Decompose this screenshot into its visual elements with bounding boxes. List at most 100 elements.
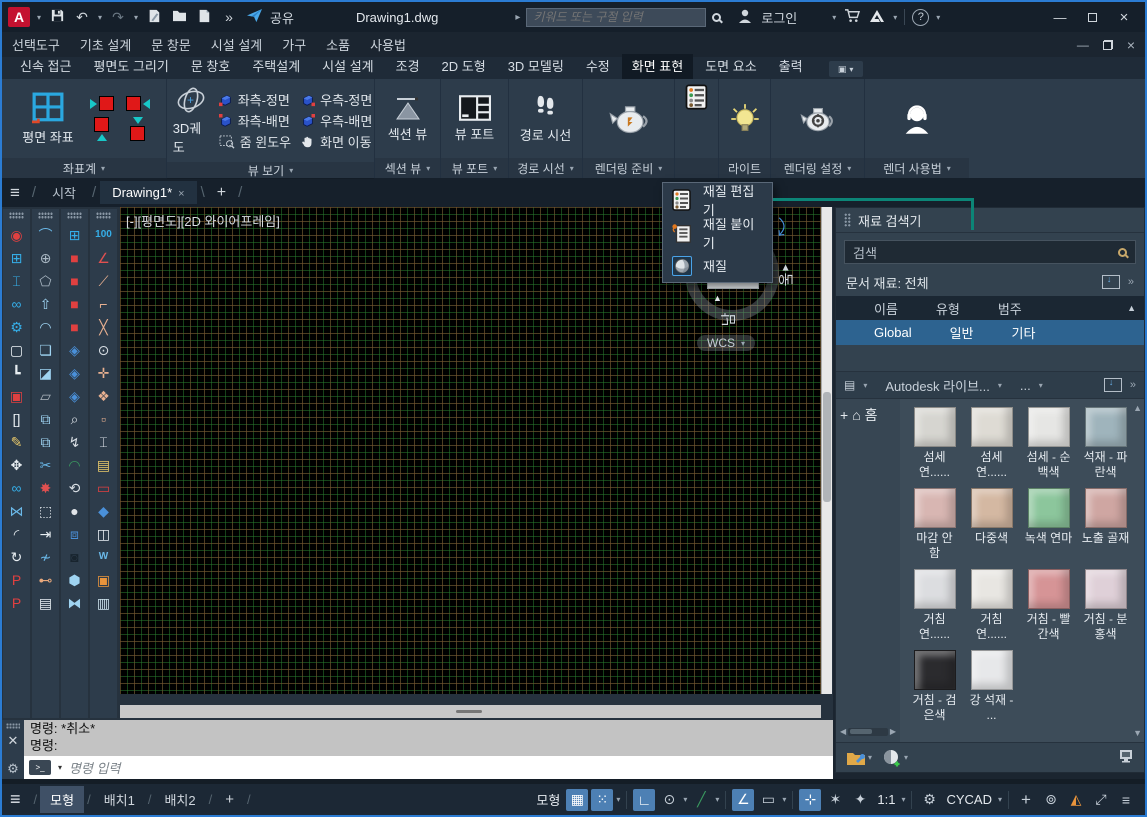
tool-array-dialog-icon[interactable]: ▤ bbox=[34, 591, 58, 614]
minimize-button[interactable]: — bbox=[1045, 5, 1075, 29]
materials-list-button[interactable] bbox=[683, 83, 711, 111]
polar-caret-icon[interactable]: ▾ bbox=[683, 795, 687, 804]
viewport-button[interactable]: 뷰 포트 bbox=[451, 93, 499, 145]
tool-cylinder-icon[interactable]: ⬢ bbox=[63, 568, 87, 591]
orbit-button[interactable]: + 3D궤도 bbox=[169, 83, 213, 158]
toolbox-grip[interactable] bbox=[67, 212, 82, 219]
redo-caret-icon[interactable]: ▾ bbox=[134, 13, 138, 22]
material-item[interactable]: 노출 골재 bbox=[1081, 488, 1130, 563]
tool-cube-icon[interactable]: ◆ bbox=[92, 499, 116, 522]
app-menu-caret-icon[interactable]: ▾ bbox=[37, 13, 41, 22]
library-list-icon[interactable]: ▤ bbox=[844, 378, 855, 392]
osnap-toggle[interactable]: ⊹ bbox=[799, 789, 821, 811]
save-icon[interactable] bbox=[48, 8, 66, 26]
ribbon-tab-display[interactable]: 화면 표현 bbox=[622, 54, 693, 79]
menu-item-material-editor[interactable]: 재질 편집기 bbox=[663, 183, 772, 216]
material-item[interactable]: 석재 - 파란색 bbox=[1081, 407, 1130, 482]
tool-fillet-icon[interactable]: ◜ bbox=[5, 522, 29, 545]
search-icon[interactable] bbox=[712, 13, 721, 22]
zoom-window-button[interactable]: 줌 윈도우 bbox=[219, 132, 291, 151]
tool-explode-icon[interactable]: ✸ bbox=[34, 476, 58, 499]
menu-basic-design[interactable]: 기초 설계 bbox=[80, 35, 131, 54]
menu-item-material-attach[interactable]: 재질 붙이기 bbox=[663, 216, 772, 249]
tool-group-icon[interactable]: ⧓ bbox=[63, 591, 87, 614]
tool-trim-icon[interactable]: ✂ bbox=[34, 453, 58, 476]
library-more-caret-icon[interactable]: ▾ bbox=[1039, 381, 1043, 390]
tool-view-bottom-icon[interactable]: ■ bbox=[63, 315, 87, 338]
dynamic-input-toggle[interactable]: ▭ bbox=[757, 789, 779, 811]
coords-panel-label[interactable]: 좌표계▾ bbox=[2, 158, 166, 178]
view-bottom-button[interactable] bbox=[90, 117, 114, 141]
ribbon-minimize-button[interactable]: ▣▾ bbox=[829, 61, 863, 77]
render-usage-button[interactable] bbox=[900, 102, 934, 136]
tool-eraser-icon[interactable]: ✎ bbox=[5, 430, 29, 453]
tool-image-icon[interactable]: ▣ bbox=[92, 568, 116, 591]
polar-tracking-toggle[interactable]: ⊙ bbox=[658, 789, 680, 811]
canvas-horizontal-scrollbar[interactable] bbox=[120, 705, 821, 718]
workspace-caret-icon[interactable]: ▾ bbox=[998, 795, 1002, 804]
plan-coords-button[interactable]: 평면 좌표 bbox=[18, 90, 77, 148]
library-expand-icon[interactable]: » bbox=[1130, 379, 1136, 391]
tool-break-icon[interactable]: ≁ bbox=[34, 545, 58, 568]
view-right-button[interactable] bbox=[126, 96, 150, 111]
tool-iso-se-icon[interactable]: ◈ bbox=[63, 361, 87, 384]
tool-union-icon[interactable]: ❏ bbox=[34, 338, 58, 361]
tool-center-circle-icon[interactable]: ⊕ bbox=[34, 246, 58, 269]
tool-wmf-export-icon[interactable]: W bbox=[92, 545, 116, 568]
iso-caret-icon[interactable]: ▾ bbox=[715, 795, 719, 804]
display-options-button[interactable] bbox=[1118, 748, 1134, 767]
viewcube-south-label[interactable]: 남 bbox=[717, 313, 738, 327]
tab-close-icon[interactable]: × bbox=[178, 188, 184, 200]
material-item[interactable]: 녹색 연마 bbox=[1024, 488, 1073, 563]
material-search-box[interactable]: 검색 bbox=[844, 240, 1136, 264]
tool-wedge-icon[interactable]: ▱ bbox=[34, 384, 58, 407]
tool-center-mark-icon[interactable]: ⊙ bbox=[92, 338, 116, 361]
document-materials-row[interactable]: 문서 재료: 전체 » bbox=[836, 268, 1144, 296]
tool-dim-angular-icon[interactable]: ∠ bbox=[92, 246, 116, 269]
tool-view-left-icon[interactable]: ■ bbox=[63, 292, 87, 315]
doc-minimize-button[interactable]: — bbox=[1077, 38, 1089, 52]
tool-view-top-icon[interactable]: ■ bbox=[63, 246, 87, 269]
keyword-search-input[interactable] bbox=[526, 8, 706, 27]
viewcube-east-label[interactable]: ◀동 bbox=[776, 265, 797, 287]
doc-close-button[interactable]: × bbox=[1127, 37, 1135, 53]
tool-zoom-window-icon[interactable]: ⌕ bbox=[63, 407, 87, 430]
model-tab[interactable]: 모형 bbox=[40, 786, 84, 813]
tool-layers-icon[interactable]: ▥ bbox=[92, 591, 116, 614]
add-layout-button[interactable]: + bbox=[215, 787, 244, 812]
tool-point-icon[interactable]: ▫ bbox=[92, 407, 116, 430]
material-item[interactable]: 섬세 - 순백색 bbox=[1024, 407, 1073, 482]
tool-polyline-icon[interactable]: ┗ bbox=[5, 361, 29, 384]
toolbox-grip[interactable] bbox=[9, 212, 24, 219]
grid-toggle[interactable]: ▦ bbox=[566, 789, 588, 811]
tool-stretch-icon[interactable]: ⊷ bbox=[34, 568, 58, 591]
scale-caret-icon[interactable]: ▾ bbox=[901, 795, 905, 804]
open-folder-icon[interactable] bbox=[170, 9, 188, 25]
tool-revolve-icon[interactable]: ◠ bbox=[34, 315, 58, 338]
tool-crossing-icon[interactable]: ╳ bbox=[92, 315, 116, 338]
material-item[interactable]: 마감 안 함 bbox=[910, 488, 959, 563]
ribbon-tab-door-window[interactable]: 문 창호 bbox=[181, 54, 241, 79]
drawing-tab[interactable]: Drawing1*× bbox=[100, 181, 196, 204]
ortho-toggle[interactable]: ∟ bbox=[633, 789, 655, 811]
menu-props[interactable]: 소품 bbox=[326, 35, 350, 54]
snap-caret-icon[interactable]: ▾ bbox=[616, 795, 620, 804]
ribbon-tab-quick-access[interactable]: 신속 접근 bbox=[10, 54, 81, 79]
tool-polar-array-icon[interactable]: ❖ bbox=[92, 384, 116, 407]
new-tab-button[interactable]: + bbox=[209, 184, 234, 202]
manage-library-button[interactable]: ▾ bbox=[846, 750, 872, 766]
tool-copy-solid-icon[interactable]: ⧉ bbox=[34, 407, 58, 430]
create-material-button[interactable]: ▾ bbox=[882, 749, 908, 767]
sheet-icon[interactable] bbox=[195, 9, 213, 26]
walk-path-button[interactable]: 경로 시선 bbox=[516, 92, 575, 146]
file-tab-menu-icon[interactable]: ≡ bbox=[10, 183, 20, 203]
ribbon-tab-drawing-elements[interactable]: 도면 요소 bbox=[695, 54, 766, 79]
settings-gear-icon[interactable]: ⚙ bbox=[918, 789, 940, 811]
tree-home-item[interactable]: + ⌂ 홈 bbox=[840, 405, 896, 425]
add-icon[interactable]: + bbox=[840, 407, 848, 423]
tool-bracket-icon[interactable]: [] bbox=[5, 407, 29, 430]
material-item[interactable]: 거침 - 검은색 bbox=[910, 650, 959, 725]
annotation-scale[interactable]: 1:1 bbox=[874, 792, 898, 807]
menu-furniture[interactable]: 가구 bbox=[282, 35, 306, 54]
tool-polygon2-icon[interactable]: P bbox=[5, 591, 29, 614]
